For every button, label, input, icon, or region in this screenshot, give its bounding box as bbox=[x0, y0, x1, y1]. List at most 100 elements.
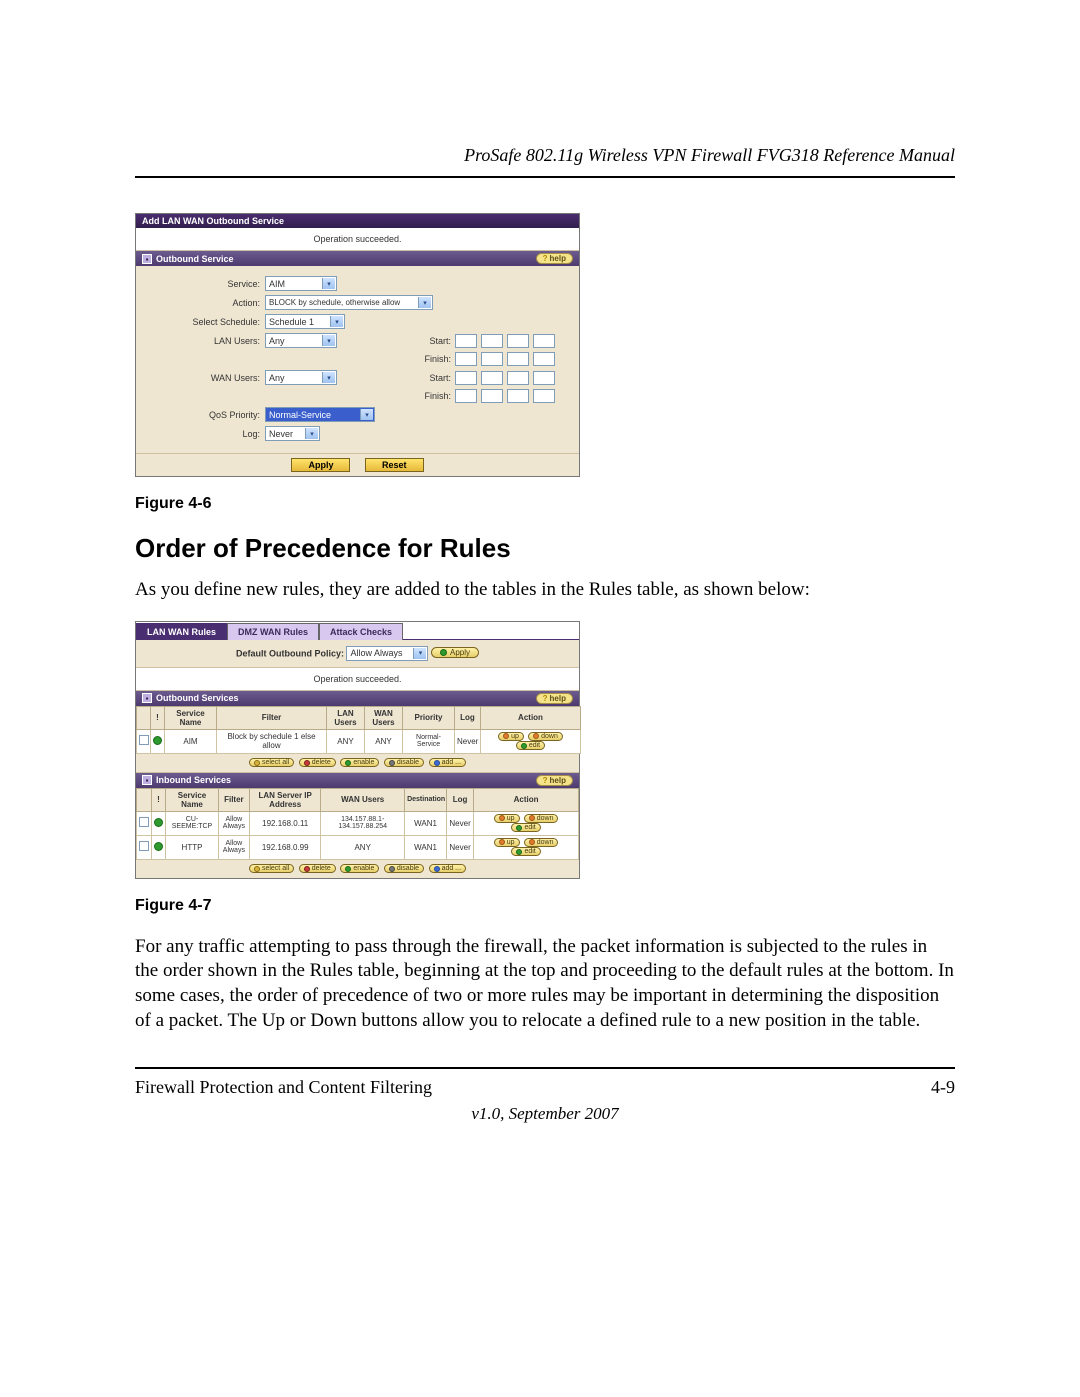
add-button[interactable]: add ... bbox=[429, 758, 466, 767]
apply-policy-button[interactable]: Apply bbox=[431, 647, 479, 658]
edit-button[interactable]: edit bbox=[511, 823, 540, 832]
collapse-icon[interactable]: ▪ bbox=[142, 693, 152, 703]
row-checkbox[interactable] bbox=[139, 817, 149, 827]
button-label: edit bbox=[524, 824, 535, 831]
edit-button[interactable]: edit bbox=[511, 847, 540, 856]
log-select[interactable]: Never ▾ bbox=[265, 426, 320, 441]
cell-wan: 134.157.88.1-134.157.88.254 bbox=[321, 811, 405, 835]
figure-caption: Figure 4-6 bbox=[135, 495, 955, 513]
ip-octet[interactable] bbox=[481, 352, 503, 366]
label-finish: Finish: bbox=[413, 354, 451, 364]
enable-button[interactable]: enable bbox=[340, 864, 379, 873]
status-dot-icon bbox=[440, 649, 447, 656]
status-dot-icon bbox=[153, 736, 162, 745]
select-value: Never bbox=[269, 429, 293, 439]
row-checkbox[interactable] bbox=[139, 735, 149, 745]
ip-octet[interactable] bbox=[507, 352, 529, 366]
lan-users-select[interactable]: Any▾ bbox=[265, 333, 337, 348]
col-service-name: Service Name bbox=[165, 706, 217, 729]
help-link[interactable]: ?help bbox=[536, 775, 573, 786]
disable-button[interactable]: disable bbox=[384, 758, 424, 767]
down-arrow-icon bbox=[529, 839, 535, 845]
up-arrow-icon bbox=[499, 839, 505, 845]
ip-octet[interactable] bbox=[533, 334, 555, 348]
ip-octet[interactable] bbox=[481, 334, 503, 348]
delete-icon bbox=[304, 866, 310, 872]
delete-button[interactable]: delete bbox=[299, 864, 336, 873]
collapse-icon[interactable]: ▪ bbox=[142, 254, 152, 264]
service-select[interactable]: AIM▾ bbox=[265, 276, 337, 291]
tab-dmz-wan-rules[interactable]: DMZ WAN Rules bbox=[227, 623, 319, 640]
move-down-button[interactable]: down bbox=[524, 838, 559, 847]
collapse-icon[interactable]: ▪ bbox=[142, 775, 152, 785]
help-link[interactable]: ?help bbox=[536, 693, 573, 704]
schedule-select[interactable]: Schedule 1▾ bbox=[265, 314, 345, 329]
window-titlebar: Add LAN WAN Outbound Service bbox=[136, 214, 579, 228]
edit-icon bbox=[516, 825, 522, 831]
select-all-button[interactable]: select all bbox=[249, 758, 294, 767]
cell-lanip: 192.168.0.99 bbox=[250, 835, 321, 859]
move-down-button[interactable]: down bbox=[524, 814, 559, 823]
enable-icon bbox=[345, 866, 351, 872]
select-all-button[interactable]: select all bbox=[249, 864, 294, 873]
button-label: disable bbox=[397, 865, 419, 872]
ip-octet[interactable] bbox=[455, 371, 477, 385]
delete-button[interactable]: delete bbox=[299, 758, 336, 767]
ip-octet[interactable] bbox=[481, 389, 503, 403]
add-button[interactable]: add ... bbox=[429, 864, 466, 873]
apply-button[interactable]: Apply bbox=[291, 458, 350, 472]
ip-octet[interactable] bbox=[533, 389, 555, 403]
checkmark-icon bbox=[254, 760, 260, 766]
label-schedule: Select Schedule: bbox=[140, 317, 260, 327]
move-up-button[interactable]: up bbox=[494, 814, 520, 823]
cell-filter: Block by schedule 1 else allow bbox=[217, 729, 327, 753]
button-label: delete bbox=[312, 865, 331, 872]
disable-button[interactable]: disable bbox=[384, 864, 424, 873]
col-wan-users: WAN Users bbox=[365, 706, 403, 729]
cell-filter: Allow Always bbox=[218, 835, 249, 859]
section-header-outbound-services: ▪ Outbound Services ?help bbox=[136, 691, 579, 706]
label-finish: Finish: bbox=[413, 391, 451, 401]
policy-select[interactable]: Allow Always▾ bbox=[346, 646, 428, 661]
action-select[interactable]: BLOCK by schedule, otherwise allow▾ bbox=[265, 295, 433, 310]
page-header-title: ProSafe 802.11g Wireless VPN Firewall FV… bbox=[135, 145, 955, 166]
move-up-button[interactable]: up bbox=[494, 838, 520, 847]
ip-octet[interactable] bbox=[507, 334, 529, 348]
ip-octet[interactable] bbox=[507, 389, 529, 403]
move-up-button[interactable]: up bbox=[498, 732, 524, 741]
ip-octet[interactable] bbox=[455, 334, 477, 348]
row-checkbox[interactable] bbox=[139, 841, 149, 851]
cell-filter: Allow Always bbox=[218, 811, 249, 835]
enable-button[interactable]: enable bbox=[340, 758, 379, 767]
help-link[interactable]: ?help bbox=[536, 253, 573, 264]
ip-octet[interactable] bbox=[533, 371, 555, 385]
button-label: enable bbox=[353, 865, 374, 872]
cell-priority: Normal-Service bbox=[403, 729, 455, 753]
ip-octet[interactable] bbox=[481, 371, 503, 385]
ip-octet[interactable] bbox=[507, 371, 529, 385]
ip-octet[interactable] bbox=[455, 389, 477, 403]
chevron-down-icon: ▾ bbox=[305, 428, 318, 439]
qos-select[interactable]: Normal-Service▾ bbox=[265, 407, 375, 422]
cell-wan: ANY bbox=[365, 729, 403, 753]
reset-button[interactable]: Reset bbox=[365, 458, 424, 472]
tab-lan-wan-rules[interactable]: LAN WAN Rules bbox=[136, 623, 227, 640]
disable-icon bbox=[389, 760, 395, 766]
edit-button[interactable]: edit bbox=[516, 741, 545, 750]
status-dot-icon bbox=[154, 842, 163, 851]
footer-rule bbox=[135, 1067, 955, 1069]
help-icon: ? bbox=[543, 254, 548, 263]
edit-icon bbox=[521, 743, 527, 749]
cell-lanip: 192.168.0.11 bbox=[250, 811, 321, 835]
header-rule bbox=[135, 176, 955, 178]
cell-service: AIM bbox=[165, 729, 217, 753]
policy-bar: Default Outbound Policy: Allow Always▾ A… bbox=[136, 639, 579, 667]
wan-users-select[interactable]: Any▾ bbox=[265, 370, 337, 385]
body-paragraph: For any traffic attempting to pass throu… bbox=[135, 935, 955, 1034]
tab-attack-checks[interactable]: Attack Checks bbox=[319, 623, 403, 640]
footer-section-title: Firewall Protection and Content Filterin… bbox=[135, 1077, 432, 1098]
ip-octet[interactable] bbox=[533, 352, 555, 366]
ip-octet[interactable] bbox=[455, 352, 477, 366]
col-priority: Priority bbox=[403, 706, 455, 729]
move-down-button[interactable]: down bbox=[528, 732, 563, 741]
